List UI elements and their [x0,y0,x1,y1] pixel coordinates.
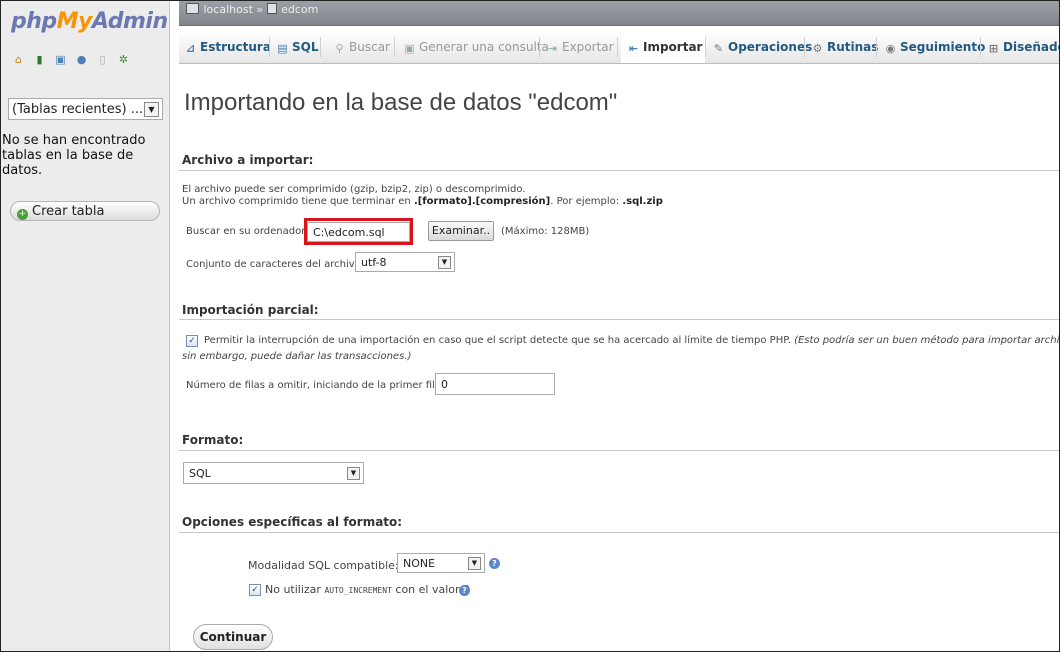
allow-interrupt-label: Permitir la interrupción de una importac… [204,335,1060,346]
format-select[interactable]: SQL ▼ [183,462,364,484]
sidebar: phpMyAdmin ⌂ ▮ ▣ ● ▯ ✲ (Tablas recientes… [1,1,170,651]
database-icon[interactable]: ▮ [33,54,46,66]
opciones-heading: Opciones específicas al formato: [182,515,403,529]
tab-sql[interactable]: ▤ SQL [276,31,318,63]
divider [179,532,1059,533]
settings-icon[interactable]: ✲ [117,54,130,66]
recent-tables-select[interactable]: (Tablas recientes) ... ▼ [8,98,163,120]
server-icon [186,3,199,14]
tab-importar[interactable]: ⇤ Importar [621,31,705,63]
breadcrumb-database[interactable]: edcom [281,3,318,16]
browse-button[interactable]: Examinar.. [428,221,494,241]
charset-label: Conjunto de caracteres del archivo: [186,259,365,270]
help-icon[interactable]: ? [489,558,500,569]
database-icon [266,3,277,14]
import-icon: ⇤ [628,42,639,55]
compression-info: El archivo puede ser comprimido (gzip, b… [182,184,526,195]
formato-heading: Formato: [182,433,244,447]
query-icon[interactable]: ▣ [54,54,67,66]
divider [179,319,1059,320]
home-icon[interactable]: ⌂ [12,54,25,66]
compression-example: Un archivo comprimido tiene que terminar… [182,196,663,207]
sidebar-icon-row: ⌂ ▮ ▣ ● ▯ ✲ [12,54,130,66]
skip-rows-input[interactable]: 0 [435,373,555,395]
docs-icon[interactable]: ▯ [96,54,109,66]
divider [179,450,1059,451]
no-tables-message: No se han encontrado tablas en la base d… [2,133,146,178]
create-table-button[interactable]: + Crear tabla [10,201,160,221]
help-icon[interactable]: ? [459,585,470,596]
main-content: Importando en la base de datos "edcom" A… [179,63,1059,651]
tab-bar: ⊿ Estructura ▤ SQL ⚲ Buscar ▣ Generar una co… [179,31,1059,64]
breadcrumb-separator: » [256,3,264,16]
chevron-down-icon: ▼ [347,467,360,480]
structure-icon: ⊿ [185,42,196,55]
tab-disenador[interactable]: ⊞Diseñador [987,31,1059,63]
export-icon: ⇥ [547,42,558,55]
chevron-down-icon: ▼ [438,256,451,269]
search-icon: ⚲ [335,42,344,55]
sql-compat-select[interactable]: NONE ▼ [397,553,485,573]
breadcrumb-server[interactable]: localhost [204,3,253,16]
tab-generar-consulta[interactable]: ▣ Generar una consulta [403,31,549,63]
designer-icon: ⊞ [988,42,999,55]
tab-rutinas[interactable]: ⚙ Rutinas [811,31,879,63]
divider [179,170,1059,171]
parcial-heading: Importación parcial: [182,303,319,317]
sql-icon: ▤ [277,42,288,55]
app-window: phpMyAdmin ⌂ ▮ ▣ ● ▯ ✲ (Tablas recientes… [0,0,1060,652]
tab-exportar[interactable]: ⇥ Exportar [546,31,614,63]
browse-label: Buscar en su ordenador: [186,226,309,237]
tab-buscar[interactable]: ⚲ Buscar [333,31,390,63]
skip-rows-label: Número de filas a omitir, iniciando de l… [186,380,445,391]
tab-estructura[interactable]: ⊿ Estructura [184,31,271,63]
wrench-icon: ✎ [713,42,724,55]
tab-operaciones[interactable]: ✎ Operaciones [712,31,812,63]
no-auto-increment-label: No utilizar AUTO_INCREMENT con el valor … [265,583,471,596]
sql-compat-label: Modalidad SQL compatible: [248,559,399,572]
allow-interrupt-note: sin embargo, puede dañar las transaccion… [182,351,412,362]
info-icon[interactable]: ● [75,54,88,66]
highlight-box [304,218,413,245]
tab-seguimiento[interactable]: ◉ Seguimiento [884,31,986,63]
no-auto-increment-checkbox[interactable]: ✓ [249,584,261,596]
charset-select[interactable]: utf-8 ▼ [355,252,455,272]
max-size-label: (Máximo: 128MB) [501,226,590,237]
archivo-heading: Archivo a importar: [182,153,314,167]
page-title: Importando en la base de datos "edcom" [184,89,618,116]
allow-interrupt-checkbox[interactable]: ✓ [186,335,198,347]
chevron-down-icon: ▼ [468,557,481,570]
continue-button[interactable]: Continuar [193,624,273,650]
plus-icon: + [17,209,28,220]
routines-icon: ⚙ [812,42,823,55]
breadcrumb: localhost » edcom [179,1,1059,26]
chevron-down-icon: ▼ [144,102,159,117]
phpmyadmin-logo[interactable]: phpMyAdmin [11,9,168,34]
query-icon: ▣ [404,42,415,55]
tracking-icon: ◉ [885,42,896,55]
